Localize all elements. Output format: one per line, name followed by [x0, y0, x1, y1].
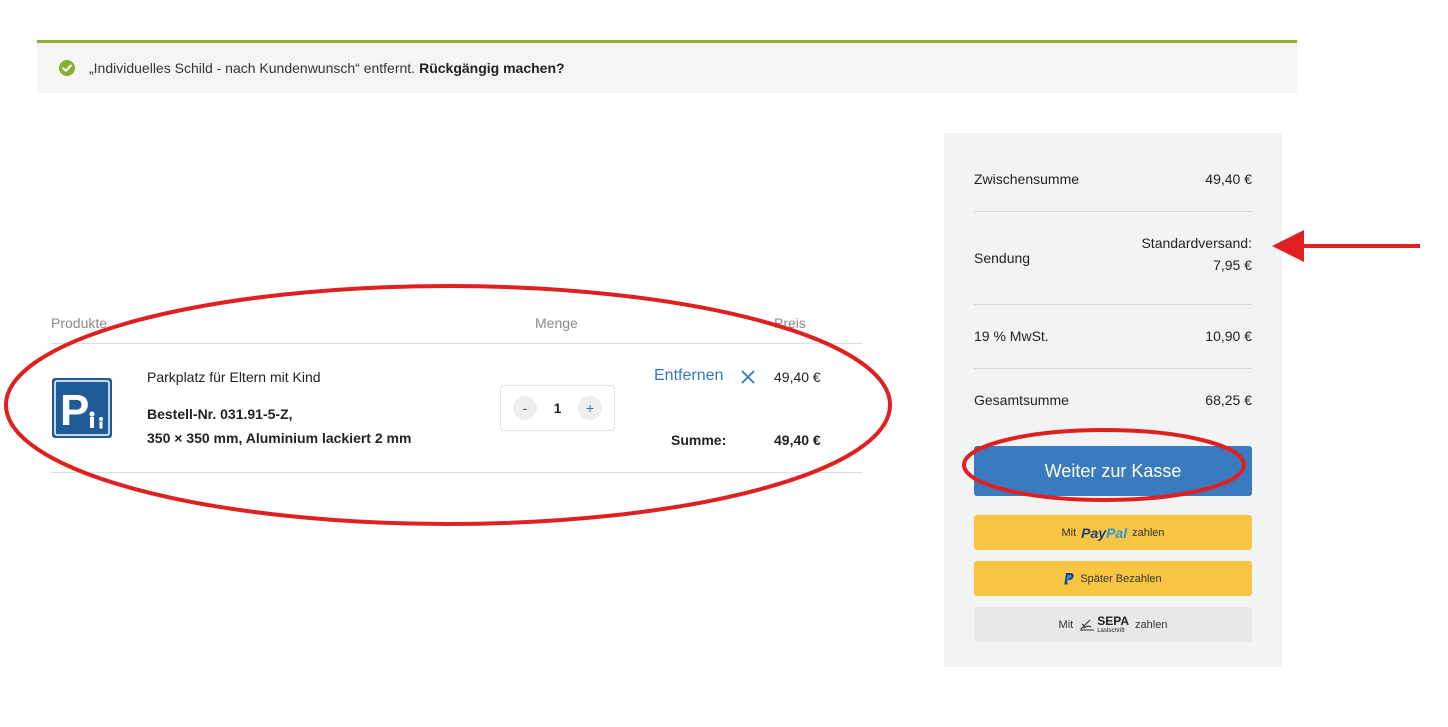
header-products: Produkte [51, 315, 108, 331]
shipping-label: Sendung [974, 250, 1031, 266]
product-name[interactable]: Parkplatz für Eltern mit Kind [147, 369, 321, 385]
shipping-value: 7,95 € [1213, 257, 1252, 273]
paypal-button[interactable]: Mit PayPal zahlen [974, 515, 1252, 550]
header-price: Preis [774, 315, 806, 331]
subtotal-value: 49,40 € [1205, 171, 1252, 187]
close-icon[interactable] [741, 370, 755, 384]
quantity-stepper: - 1 + [500, 385, 615, 431]
product-details: 350 × 350 mm, Aluminium lackiert 2 mm [147, 430, 412, 446]
sepa-sub: Lastschrift [1097, 627, 1125, 634]
totals-divider [974, 211, 1252, 212]
table-divider [51, 472, 862, 473]
totals-divider [974, 368, 1252, 369]
notice-message: „Individuelles Schild - nach Kundenwunsc… [89, 60, 416, 76]
undo-link[interactable]: Rückgängig machen? [419, 60, 564, 76]
paypal-logo-pay: Pay [1081, 524, 1107, 541]
paypal-logo: PayPal [1081, 525, 1127, 541]
tax-label: 19 % MwSt. [974, 328, 1049, 344]
header-quantity: Menge [535, 315, 578, 331]
paypal-logo-pal: Pal [1106, 524, 1128, 541]
paylater-button[interactable]: Später Bezahlen [974, 561, 1252, 596]
svg-text:P: P [60, 386, 89, 435]
subtotal-label: Zwischensumme [974, 171, 1080, 187]
checkout-button[interactable]: Weiter zur Kasse [974, 446, 1252, 496]
sepa-logo: SEPA Lastschrift [1079, 613, 1130, 634]
product-thumbnail[interactable]: P [52, 378, 112, 438]
sepa-suffix: zahlen [1135, 618, 1168, 631]
sepa-button[interactable]: Mit SEPA Lastschrift zahlen [974, 607, 1252, 642]
paypal-prefix: Mit [1061, 526, 1077, 539]
quantity-value[interactable]: 1 [554, 400, 562, 416]
annotation-ellipse-cart-item [4, 284, 892, 526]
sepa-prefix: Mit [1058, 618, 1074, 631]
remove-item-link[interactable]: Entfernen [654, 367, 723, 385]
totals-divider [974, 304, 1252, 305]
check-circle-icon [59, 60, 75, 76]
total-label: Gesamtsumme [974, 392, 1069, 408]
paypal-suffix: zahlen [1132, 526, 1165, 539]
paypal-icon [1064, 572, 1074, 584]
shipping-method: Standardversand: [1141, 235, 1252, 251]
cart-notice: „Individuelles Schild - nach Kundenwunsc… [37, 40, 1297, 93]
item-sum-label: Summe: [671, 432, 727, 448]
paylater-label: Später Bezahlen [1080, 572, 1162, 585]
sepa-sign-icon [1080, 619, 1095, 631]
sepa-brand: SEPA [1097, 613, 1130, 628]
item-price: 49,40 € [774, 369, 821, 385]
item-sum-value: 49,40 € [774, 432, 821, 448]
quantity-increase-button[interactable]: + [577, 396, 602, 420]
tax-value: 10,90 € [1205, 328, 1252, 344]
total-value: 68,25 € [1205, 392, 1252, 408]
shipping-row: Sendung Standardversand: 7,95 € [974, 235, 1252, 277]
product-sku: Bestell-Nr. 031.91-5-Z, [147, 406, 293, 422]
table-divider [51, 343, 862, 344]
quantity-decrease-button[interactable]: - [513, 396, 537, 420]
